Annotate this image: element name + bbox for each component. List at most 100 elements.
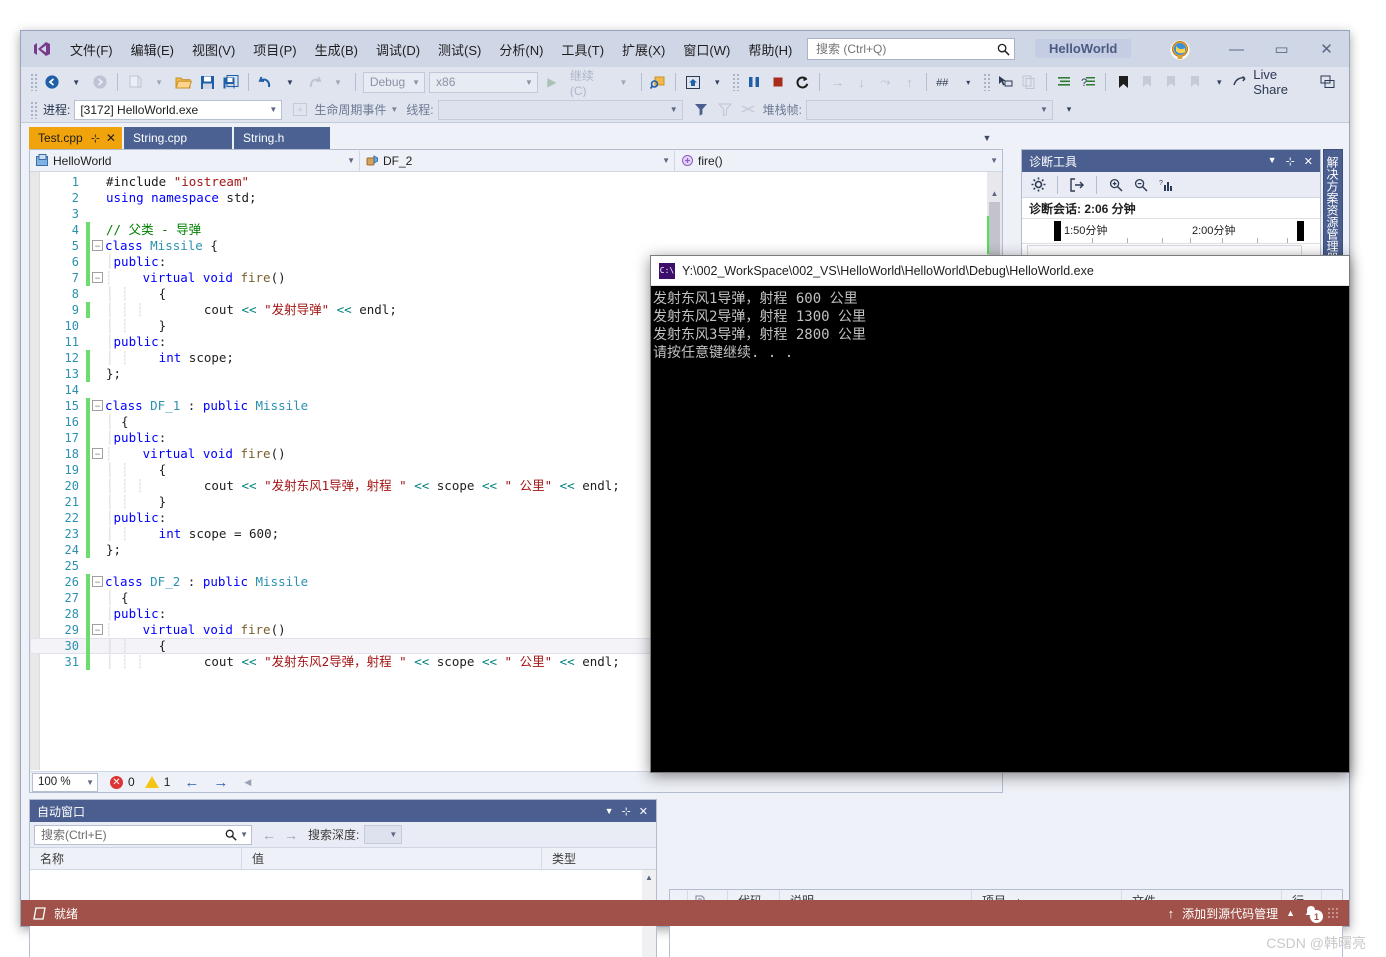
lifecycle-dropdown-icon[interactable]: ▼ [390, 105, 398, 114]
previous-bookmark-icon[interactable] [1135, 70, 1159, 94]
autos-close-icon[interactable]: ✕ [639, 805, 648, 818]
toolbar-grip-3[interactable] [983, 73, 991, 91]
diagnostic-timeline-ruler[interactable]: 1:50分钟 2:00分钟 [1022, 218, 1320, 244]
code-line[interactable]: 1 #include "iostream" [30, 174, 1002, 190]
step-over-icon[interactable]: ⤳ [873, 70, 897, 94]
autos-scroll-up-icon[interactable]: ▲ [642, 870, 656, 884]
flatten-view-icon[interactable] [737, 98, 761, 122]
fold-toggle-icon[interactable]: − [92, 400, 103, 412]
copy-tool-icon[interactable] [1017, 70, 1041, 94]
pin-icon[interactable]: ⊹ [91, 132, 100, 145]
next-issue-icon[interactable]: → [213, 774, 228, 791]
diagnostics-pin-icon[interactable]: ⊹ [1286, 155, 1295, 168]
zoom-level-combo[interactable]: 100 % ▼ [32, 772, 98, 792]
menu-view[interactable]: 视图(V) [183, 36, 244, 63]
autos-column-name[interactable]: 名称 [30, 848, 242, 869]
navigate-backward-icon[interactable] [40, 70, 64, 94]
undo-icon[interactable] [254, 70, 278, 94]
nav-project-combo[interactable]: HelloWorld ▼ [30, 150, 360, 171]
horizontal-scroll-left-icon[interactable]: ◀ [244, 777, 251, 788]
comment-block-icon[interactable] [1052, 70, 1076, 94]
diagnostics-dropdown-icon[interactable]: ▼ [1268, 155, 1277, 168]
warning-count-indicator[interactable]: 1 [144, 775, 170, 789]
debug-toolbar-grip[interactable] [30, 100, 38, 119]
menu-project[interactable]: 项目(P) [244, 36, 305, 63]
diagnostics-close-icon[interactable]: ✕ [1304, 155, 1313, 168]
attach-to-process-icon[interactable] [646, 70, 670, 94]
menu-debug[interactable]: 调试(D) [367, 36, 429, 63]
console-window[interactable]: C:\ Y:\002_WorkSpace\002_VS\HelloWorld\H… [650, 255, 1350, 773]
toolbar-overflow-icon[interactable]: ▾ [705, 70, 729, 94]
live-share-button[interactable]: Live Share [1231, 67, 1305, 97]
search-input[interactable] [814, 41, 994, 57]
config-combo[interactable]: Debug ▼ [362, 71, 426, 93]
quick-launch-search[interactable] [807, 38, 1015, 60]
menu-window[interactable]: 窗口(W) [674, 36, 739, 63]
diagnostics-chart-icon[interactable]: ? [1155, 175, 1177, 195]
step-out-icon[interactable]: ↑ [897, 70, 921, 94]
notifications-badge[interactable]: 1 [1303, 905, 1323, 923]
clear-bookmarks-icon[interactable] [1183, 70, 1207, 94]
new-item-icon[interactable] [123, 70, 147, 94]
continue-dropdown-icon[interactable]: ▼ [612, 70, 636, 94]
process-combo[interactable]: [3172] HelloWorld.exe ▼ [74, 99, 283, 120]
menu-help[interactable]: 帮助(H) [739, 36, 801, 63]
source-control-chevron-up-icon[interactable]: ▲ [1286, 908, 1295, 918]
autos-search-dropdown-icon[interactable]: ▼ [240, 830, 248, 839]
autos-depth-combo[interactable]: ▼ [364, 825, 403, 844]
autos-search-box[interactable]: 搜索(Ctrl+E) ▼ [34, 824, 252, 845]
save-icon[interactable] [195, 70, 219, 94]
menu-build[interactable]: 生成(B) [306, 36, 367, 63]
code-line[interactable]: 2 using namespace std; [30, 190, 1002, 206]
break-all-icon[interactable] [742, 70, 766, 94]
autos-column-value[interactable]: 值 [242, 848, 542, 869]
error-count-indicator[interactable]: ✕ 0 [110, 775, 135, 789]
menu-analyze[interactable]: 分析(N) [490, 36, 552, 63]
select-tool-icon[interactable] [993, 70, 1017, 94]
tab-test-cpp[interactable]: Test.cpp ⊹ ✕ [29, 127, 122, 149]
open-file-icon[interactable] [171, 70, 195, 94]
autos-back-icon[interactable]: ← [262, 827, 276, 843]
start-debug-icon[interactable]: ▶ [540, 70, 564, 94]
filter-icon[interactable] [689, 98, 713, 122]
maximize-button[interactable]: ▭ [1259, 31, 1304, 67]
bookmark-icon[interactable] [1111, 70, 1135, 94]
step-into-icon[interactable]: ↓ [849, 70, 873, 94]
navigate-forward-icon[interactable] [88, 70, 112, 94]
hex-display-icon[interactable]: # # [932, 70, 956, 94]
menu-edit[interactable]: 编辑(E) [122, 36, 183, 63]
tab-string-h[interactable]: String.h [233, 127, 330, 149]
feedback-icon[interactable] [1315, 70, 1339, 94]
restart-icon[interactable] [790, 70, 814, 94]
autos-forward-icon[interactable]: → [284, 827, 298, 843]
fold-toggle-icon[interactable]: − [92, 272, 103, 284]
hex-dropdown-icon[interactable]: ▾ [956, 70, 980, 94]
toolbar-overflow-icon-2[interactable]: ▾ [1207, 70, 1231, 94]
diagnostics-export-icon[interactable] [1066, 175, 1088, 195]
source-control-label[interactable]: 添加到源代码管理 [1182, 905, 1278, 922]
undo-dropdown-icon[interactable]: ▼ [278, 70, 302, 94]
navigate-backward-dropdown-icon[interactable]: ▼ [64, 70, 88, 94]
nav-member-combo[interactable]: fire() ▼ [675, 151, 1002, 171]
toolbar-grip[interactable] [30, 73, 38, 91]
menu-tools[interactable]: 工具(T) [552, 36, 613, 63]
stackframe-combo[interactable]: ▼ [805, 99, 1053, 120]
fold-toggle-icon[interactable]: − [92, 448, 103, 460]
fold-toggle-icon[interactable]: − [92, 624, 103, 636]
lifecycle-events-icon[interactable] [288, 98, 312, 122]
menu-test[interactable]: 测试(S) [429, 36, 490, 63]
diagnostics-settings-icon[interactable] [1027, 175, 1049, 195]
autos-dropdown-icon[interactable]: ▼ [605, 806, 614, 816]
zoom-in-icon[interactable] [1105, 175, 1127, 195]
fold-toggle-icon[interactable]: − [92, 240, 103, 252]
continue-label[interactable]: 继续(C) [564, 69, 612, 98]
code-line[interactable]: 5 − class Missile { [30, 238, 1002, 254]
menu-file[interactable]: 文件(F) [61, 36, 122, 63]
nav-class-combo[interactable]: DF_2 ▼ [360, 150, 675, 171]
debug-toolbar-overflow-icon[interactable]: ▾ [1057, 98, 1081, 122]
scroll-up-icon[interactable]: ▲ [987, 186, 1002, 200]
console-title-bar[interactable]: C:\ Y:\002_WorkSpace\002_VS\HelloWorld\H… [651, 256, 1349, 286]
previous-issue-icon[interactable]: ← [184, 774, 199, 791]
code-line[interactable]: 4 // 父类 - 导弹 [30, 222, 1002, 238]
close-button[interactable]: ✕ [1304, 31, 1349, 67]
